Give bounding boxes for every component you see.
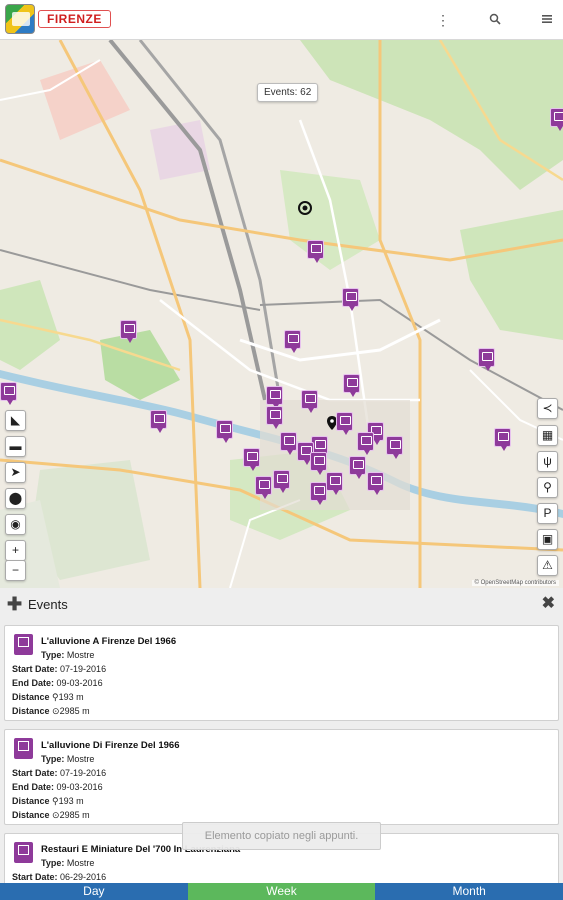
event-card[interactable]: L'alluvione Di Firenze Del 1966 Type: Mo… [4,729,559,825]
park-icon[interactable]: ψ [537,451,558,472]
event-marker[interactable] [310,482,327,505]
expand-icon[interactable]: ✚ [7,595,22,613]
calendar-icon[interactable]: ▦ [537,425,558,446]
event-title: L'alluvione A Firenze Del 1966 [41,636,177,647]
app-logo [5,4,35,34]
event-marker[interactable] [336,412,353,435]
bike-icon[interactable]: ⚲ [537,477,558,498]
type-label: Type: [41,650,65,660]
map-attribution[interactable]: © OpenStreetMap contributors [471,580,559,586]
distance-label: Distance [12,706,50,716]
bus-icon[interactable]: ▣ [537,529,558,550]
event-marker[interactable] [326,472,343,495]
events-panel-title: Events [28,597,68,612]
type-label: Type: [41,858,65,868]
place-icon[interactable]: ⬤ [5,488,26,509]
type-value: Mostre [66,650,95,660]
period-tabs: Day Week Month [0,883,563,900]
event-marker[interactable] [280,432,297,455]
event-marker[interactable] [307,240,324,263]
navigate-icon[interactable]: ➤ [5,462,26,483]
distance-label: Distance [12,796,50,806]
list-icon[interactable] [537,10,557,30]
type-label: Type: [41,754,65,764]
museum-icon [14,738,33,759]
event-marker[interactable] [0,382,17,405]
event-marker[interactable] [342,288,359,311]
app-bar: FIRENZE ⋮ [0,0,563,40]
parking-icon[interactable]: P [537,503,558,524]
distance-value: 2985 m [59,706,90,716]
event-marker[interactable] [284,330,301,353]
start-label: Start Date: [12,872,58,882]
target-small-icon: ⊙ [52,706,60,716]
end-value: 09-03-2016 [56,678,103,688]
tab-month[interactable]: Month [375,883,563,900]
city-badge[interactable]: FIRENZE [38,10,111,28]
distance-label: Distance [12,810,50,820]
event-marker[interactable] [494,428,511,451]
app-root: FIRENZE ⋮ Events: 62 ◣ ▬ ➤ ⬤ ◉ + − ≺ ▦ ψ… [0,0,563,900]
start-value: 06-29-2016 [60,872,107,882]
event-marker[interactable] [386,436,403,459]
museum-icon [14,842,33,863]
event-marker[interactable] [343,374,360,397]
event-title: L'alluvione Di Firenze Del 1966 [41,740,180,751]
end-value: 09-03-2016 [56,782,103,792]
event-marker[interactable] [273,470,290,493]
target-small-icon: ⊙ [52,810,60,820]
event-card[interactable]: L'alluvione A Firenze Del 1966 Type: Mos… [4,625,559,721]
distance-value: 2985 m [59,810,90,820]
events-count-label: Events: 62 [257,83,319,102]
distance-label: Distance [12,692,50,702]
event-marker[interactable] [357,432,374,455]
museum-icon [14,634,33,655]
event-marker[interactable] [266,386,283,409]
end-label: End Date: [12,782,55,792]
layers-icon[interactable]: ◣ [5,410,26,431]
event-marker[interactable] [550,108,563,131]
event-marker[interactable] [349,456,366,479]
distance-value: 193 m [58,692,84,702]
warning-icon[interactable]: ⚠ [537,555,558,576]
event-marker[interactable] [255,476,272,499]
map-view[interactable]: Events: 62 ◣ ▬ ➤ ⬤ ◉ + − ≺ ▦ ψ ⚲ P ▣ ⚠ ©… [0,40,563,588]
close-icon[interactable]: ✖ [542,595,555,613]
locate-icon[interactable]: ◉ [5,514,26,535]
event-marker[interactable] [120,320,137,343]
event-marker[interactable] [478,348,495,371]
tab-week[interactable]: Week [187,883,376,900]
toast-message: Elemento copiato negli appunti. [182,822,381,850]
start-label: Start Date: [12,768,58,778]
menu-dots-icon[interactable]: ⋮ [433,10,453,30]
pin-small-icon: ⚲ [52,796,59,806]
event-marker[interactable] [216,420,233,443]
search-icon[interactable] [485,10,505,30]
event-marker[interactable] [150,410,167,433]
tab-day[interactable]: Day [0,883,188,900]
type-value: Mostre [66,858,95,868]
start-label: Start Date: [12,664,58,674]
map-tiles [0,40,563,588]
event-marker[interactable] [310,452,327,475]
end-label: End Date: [12,678,55,688]
distance-value: 193 m [58,796,84,806]
share-icon[interactable]: ≺ [537,398,558,419]
events-panel-header: ✚ Events ✖ [0,588,563,620]
event-marker[interactable] [301,390,318,413]
zoom-in-button[interactable]: + [5,540,26,561]
event-marker[interactable] [266,406,283,429]
pin-small-icon: ⚲ [52,692,59,702]
event-marker[interactable] [243,448,260,471]
type-value: Mostre [66,754,95,764]
start-value: 07-19-2016 [60,768,107,778]
event-marker[interactable] [367,472,384,495]
zoom-out-button[interactable]: − [5,560,26,581]
start-value: 07-19-2016 [60,664,107,674]
ruler-icon[interactable]: ▬ [5,436,26,457]
